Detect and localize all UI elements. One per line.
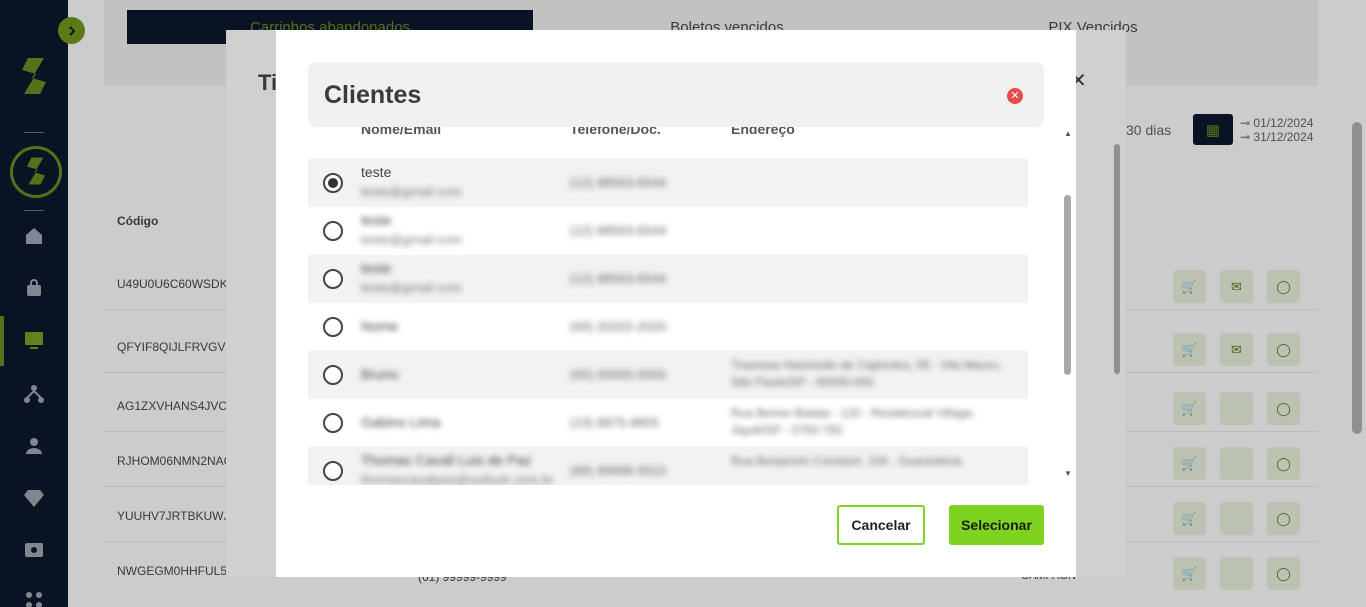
client-row[interactable]: teste teste@gmail.com (12) 98563-6544: [308, 207, 1028, 255]
client-email: teste@gmail.com: [361, 280, 462, 295]
client-phone: (89) 99998-5610: [570, 463, 667, 478]
client-email: teste@gmail.com: [361, 232, 462, 247]
clients-list: Nome/Email Telefone/Doc. Endereço teste …: [308, 127, 1044, 485]
client-address: Travessa Hasmedio de Capisolos, 05 - Vil…: [731, 358, 1002, 389]
scroll-down-icon[interactable]: ▼: [1064, 469, 1072, 478]
scroll-up-icon[interactable]: ▲: [1064, 129, 1072, 138]
client-address: Rua Benjamim Constant, 156 - Guaranteria: [731, 454, 962, 468]
client-name: teste: [361, 212, 392, 228]
cancel-button[interactable]: Cancelar: [837, 505, 925, 545]
modal-header: Clientes ✕: [308, 62, 1044, 127]
column-header-phone: Telefone/Doc.: [570, 127, 661, 137]
select-button[interactable]: Selecionar: [949, 505, 1044, 545]
client-radio[interactable]: [323, 221, 343, 241]
client-name: teste: [361, 164, 392, 180]
clients-list-scrollbar[interactable]: ▲ ▼: [1063, 129, 1073, 479]
client-phone: (12) 98563-6544: [570, 223, 667, 238]
client-phone: (12) 98563-6544: [570, 175, 667, 190]
client-radio[interactable]: [323, 269, 343, 289]
client-name: Bruno: [361, 366, 399, 382]
client-phone: (00) 00000-0000: [570, 367, 667, 382]
client-radio[interactable]: [323, 317, 343, 337]
client-row[interactable]: Gabino Lima (13) 8875-9855 Rua Bemer Bat…: [308, 399, 1028, 447]
client-phone: (00) 20202-2020: [570, 319, 667, 334]
column-header-name: Nome/Email: [361, 127, 442, 137]
modal-title: Clientes: [324, 81, 422, 109]
column-header-address: Endereço: [731, 127, 795, 137]
client-name: Thomas Cavall Luis de Paz: [361, 452, 532, 468]
clients-modal: Clientes ✕ Nome/Email Telefone/Doc. Ende…: [276, 30, 1076, 577]
client-row[interactable]: teste teste@gmail.com (12) 98563-6544: [308, 255, 1028, 303]
client-row[interactable]: Bruno (00) 00000-0000 Travessa Hasmedio …: [308, 351, 1028, 399]
client-name: Gabino Lima: [361, 414, 441, 430]
client-name: Nome: [361, 318, 399, 334]
client-row[interactable]: teste teste@gmail.com (12) 98563-6544: [308, 159, 1028, 207]
client-row[interactable]: Nome (00) 20202-2020: [308, 303, 1028, 351]
client-radio[interactable]: [323, 461, 343, 481]
scrollbar-thumb[interactable]: [1064, 195, 1071, 375]
client-email: thomascavalpaz@outlook.com.br: [361, 472, 554, 485]
client-email: teste@gmail.com: [361, 184, 462, 199]
client-phone: (13) 8875-9855: [570, 415, 659, 430]
chevron-right-icon: [68, 25, 75, 36]
client-row[interactable]: Thomas Cavall Luis de Paz thomascavalpaz…: [308, 447, 1028, 485]
client-name: teste: [361, 260, 392, 276]
client-radio[interactable]: [323, 173, 343, 193]
sidebar-toggle-button[interactable]: [58, 17, 85, 44]
client-radio[interactable]: [323, 365, 343, 385]
client-radio[interactable]: [323, 413, 343, 433]
client-address: Rua Bemer Batata - 120 - Residencial Vil…: [731, 406, 976, 437]
client-phone: (12) 98563-6544: [570, 271, 667, 286]
close-icon[interactable]: ✕: [1007, 88, 1023, 104]
